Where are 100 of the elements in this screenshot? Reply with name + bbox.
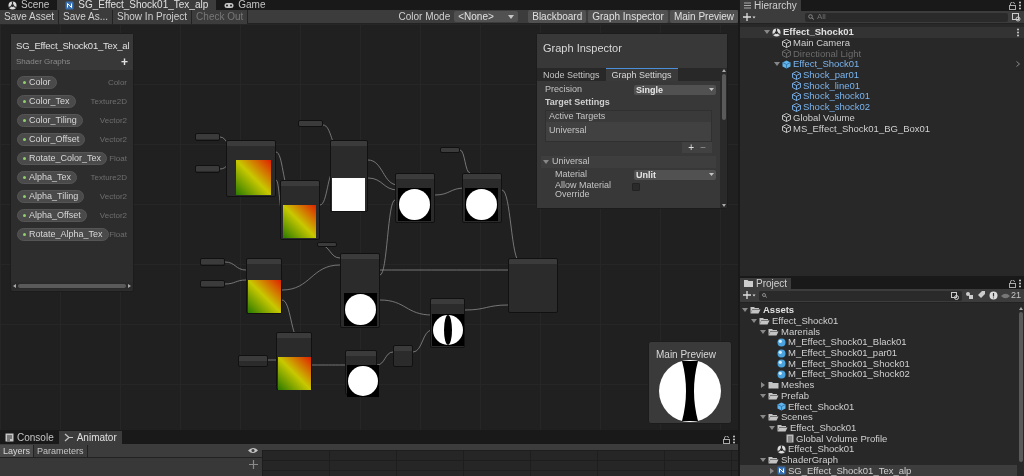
scroll-left-icon[interactable] <box>13 283 16 288</box>
expanded-arrow-icon[interactable] <box>764 29 770 36</box>
editor-tab[interactable]: Scene <box>0 0 58 10</box>
expanded-arrow-icon[interactable] <box>769 424 775 431</box>
hierarchy-item[interactable]: Effect_Shock01 <box>740 27 1024 38</box>
lock-icon[interactable] <box>723 436 730 444</box>
scene-search-icon[interactable] <box>951 291 959 300</box>
shader-node[interactable] <box>345 350 377 395</box>
panel-tab[interactable]: Console <box>0 431 59 444</box>
panel-tab[interactable]: Animator <box>58 431 122 444</box>
property-pill[interactable]: Color_Tiling <box>17 114 83 127</box>
hierarchy-item[interactable]: Global Volume <box>740 112 1024 124</box>
property-pill[interactable]: Color_Tex <box>17 95 76 108</box>
vertical-scrollbar[interactable] <box>1018 312 1023 462</box>
inspector-tab[interactable]: Node Settings <box>537 68 606 81</box>
property-node[interactable] <box>200 280 225 288</box>
remove-target-button[interactable]: − <box>700 142 706 153</box>
shader-node[interactable] <box>430 298 465 348</box>
project-item[interactable]: Marerials <box>740 326 1017 338</box>
inspector-tab[interactable]: Graph Settings <box>605 68 678 81</box>
project-item[interactable]: Assets <box>740 305 1017 316</box>
project-item[interactable]: Meshes <box>740 379 1017 391</box>
property-pill[interactable]: Alpha_Tiling <box>17 190 85 203</box>
shader-node[interactable] <box>330 140 368 212</box>
shader-node[interactable] <box>340 253 380 328</box>
scroll-up-icon[interactable] <box>1018 307 1023 310</box>
sub-tab[interactable]: Parameters <box>34 444 88 457</box>
expanded-arrow-icon[interactable] <box>760 328 766 335</box>
add-menu-icon[interactable] <box>743 291 756 300</box>
vertical-scrollbar[interactable] <box>721 74 726 120</box>
property-node[interactable] <box>317 242 337 247</box>
shader-node[interactable] <box>280 180 320 240</box>
property-node[interactable] <box>238 355 268 367</box>
lock-icon[interactable] <box>1009 279 1016 288</box>
hidden-count-toggle[interactable]: 21 <box>1001 288 1021 303</box>
hierarchy-item[interactable]: Shock_shock02 <box>740 101 1024 113</box>
project-item[interactable]: M_Effect_Shock01_Black01 <box>740 337 1017 348</box>
add-target-button[interactable]: + <box>688 142 695 153</box>
lock-icon[interactable] <box>1009 1 1016 10</box>
project-item[interactable]: M_Effect_Shock01_Shock02 <box>740 369 1017 380</box>
shader-node[interactable] <box>462 173 502 223</box>
project-item[interactable]: SG_Effect_Shock01_Tex_alp <box>740 465 1017 476</box>
toolbar-button[interactable]: Graph Inspector <box>588 10 668 23</box>
toolbar-button[interactable]: Main Preview <box>669 10 738 23</box>
hierarchy-item[interactable]: Shock_par01 <box>740 69 1024 81</box>
property-pill[interactable]: Rotate_Color_Tex <box>17 152 108 165</box>
expanded-arrow-icon[interactable] <box>751 318 757 325</box>
panel-tab[interactable]: Project <box>740 278 792 289</box>
shader-node[interactable] <box>246 258 282 314</box>
expanded-arrow-icon[interactable] <box>742 307 748 314</box>
add-property-button[interactable]: + <box>121 57 128 68</box>
project-item[interactable]: Scenes <box>740 411 1017 423</box>
project-item[interactable]: M_Effect_Shock01_par01 <box>740 347 1017 359</box>
project-item[interactable]: M_Effect_Shock01_Shock01 <box>740 358 1017 370</box>
hierarchy-item[interactable]: Main Camera <box>740 37 1024 49</box>
toolbar-button[interactable]: Blackboard <box>528 10 587 23</box>
property-node[interactable] <box>393 345 413 367</box>
foldout-header[interactable]: Universal <box>541 156 716 168</box>
project-item[interactable]: Global Volume Profile <box>740 433 1017 444</box>
more-options-icon[interactable] <box>1016 27 1020 37</box>
more-options-icon[interactable] <box>1016 279 1024 288</box>
project-item[interactable]: Effect_Shock01 <box>740 443 1017 455</box>
shader-node[interactable] <box>276 332 312 390</box>
project-item[interactable]: Effect_Shock01 <box>740 315 1017 327</box>
warning-circle-icon[interactable] <box>989 291 998 300</box>
property-node[interactable] <box>195 133 220 141</box>
expanded-arrow-icon[interactable] <box>774 61 780 68</box>
property-node[interactable] <box>195 165 220 173</box>
scene-search-icon[interactable] <box>1012 12 1021 22</box>
expanded-arrow-icon[interactable] <box>760 414 766 421</box>
property-pill[interactable]: Alpha_Offset <box>17 209 87 222</box>
scroll-down-icon[interactable] <box>721 204 726 207</box>
collapsed-arrow-icon[interactable] <box>769 467 775 474</box>
hierarchy-item[interactable]: Effect_Shock01 <box>740 59 1024 70</box>
editor-tab[interactable]: Game <box>216 0 274 10</box>
property-node[interactable] <box>200 258 225 266</box>
property-pill[interactable]: Color_Offset <box>17 133 86 146</box>
sub-tab[interactable]: Layers <box>0 444 34 457</box>
shader-node[interactable] <box>395 173 435 223</box>
property-node[interactable] <box>298 120 323 127</box>
hierarchy-item[interactable]: Shock_line01 <box>740 80 1024 92</box>
expanded-arrow-icon[interactable] <box>760 392 766 399</box>
property-pill[interactable]: Color <box>17 76 57 89</box>
precision-dropdown[interactable]: Single <box>634 84 716 95</box>
add-icon[interactable] <box>249 460 258 469</box>
project-item[interactable]: Effect_Shock01 <box>740 422 1017 434</box>
filter-type-icon[interactable] <box>965 291 974 300</box>
color-mode-dropdown[interactable]: <None> <box>454 11 519 22</box>
horizontal-scrollbar[interactable] <box>18 283 126 288</box>
material-dropdown[interactable]: Unlit <box>634 169 716 180</box>
shader-node[interactable] <box>226 140 276 197</box>
collapsed-arrow-icon[interactable] <box>760 382 766 389</box>
more-options-icon[interactable] <box>730 435 738 444</box>
scroll-right-icon[interactable] <box>128 283 131 288</box>
list-item[interactable]: Universal <box>546 122 711 141</box>
hierarchy-item[interactable]: Shock_shock01 <box>740 91 1024 102</box>
project-item[interactable]: Prefab <box>740 390 1017 402</box>
property-pill[interactable]: Alpha_Tex <box>17 171 78 184</box>
project-item[interactable]: Effect_Shock01 <box>740 401 1017 412</box>
property-node[interactable] <box>508 258 558 313</box>
